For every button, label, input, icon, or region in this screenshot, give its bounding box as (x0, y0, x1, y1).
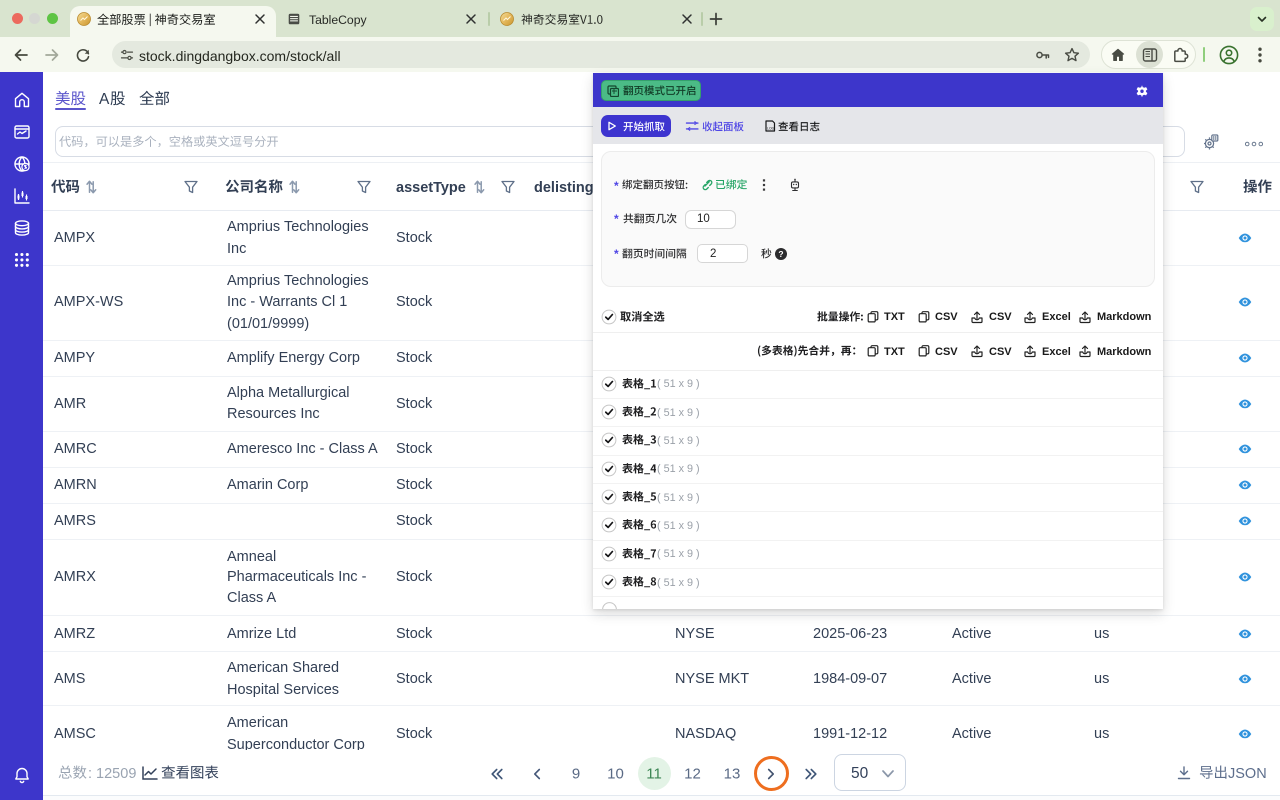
svg-text:LOG: LOG (767, 127, 775, 131)
svg-text:?: ? (778, 248, 783, 258)
